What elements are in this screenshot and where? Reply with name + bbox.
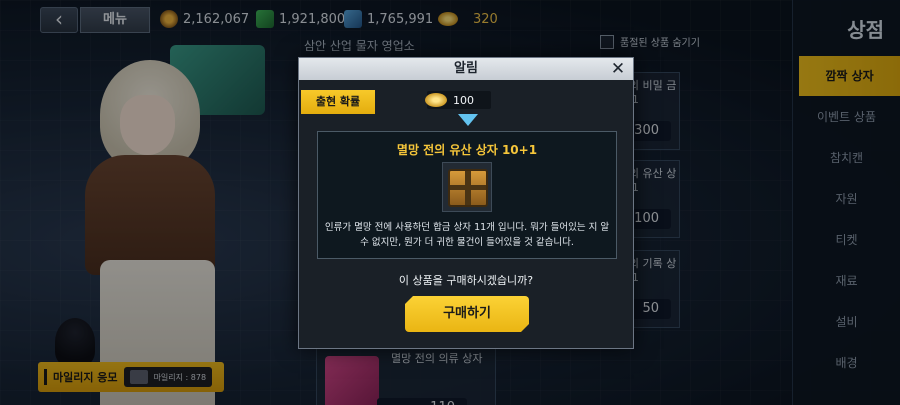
item-description: 인류가 멸망 전에 사용하던 합금 상자 11개 입니다. 뭐가 들어있는 지 …: [324, 222, 610, 248]
item-info-box: 멸망 전의 유산 상자 10+1 인류가 멸망 전에 사용하던 합금 상자 11…: [317, 131, 617, 259]
item-image: [442, 162, 492, 212]
item-name: 멸망 전의 유산 상자 10+1: [396, 143, 538, 157]
appearance-probability-button[interactable]: 출현 확률: [301, 90, 375, 114]
dialog-header: 알림 ✕: [299, 58, 633, 80]
item-cost-value: 100: [453, 93, 474, 107]
dialog-title: 알림: [454, 61, 478, 76]
crate-icon: [448, 169, 488, 207]
buy-button[interactable]: 구매하기: [405, 296, 529, 332]
arrow-down-icon: [458, 114, 478, 126]
item-cost: 100: [425, 91, 491, 109]
purchase-question: 이 상품을 구매하시겠습니까?: [398, 274, 534, 287]
purchase-dialog: 알림 ✕ 출현 확률 100 멸망 전의 유산 상자 10+1 인류가 멸망 전…: [298, 57, 634, 349]
close-icon[interactable]: ✕: [608, 59, 628, 79]
gold-coin-icon: [423, 91, 451, 109]
